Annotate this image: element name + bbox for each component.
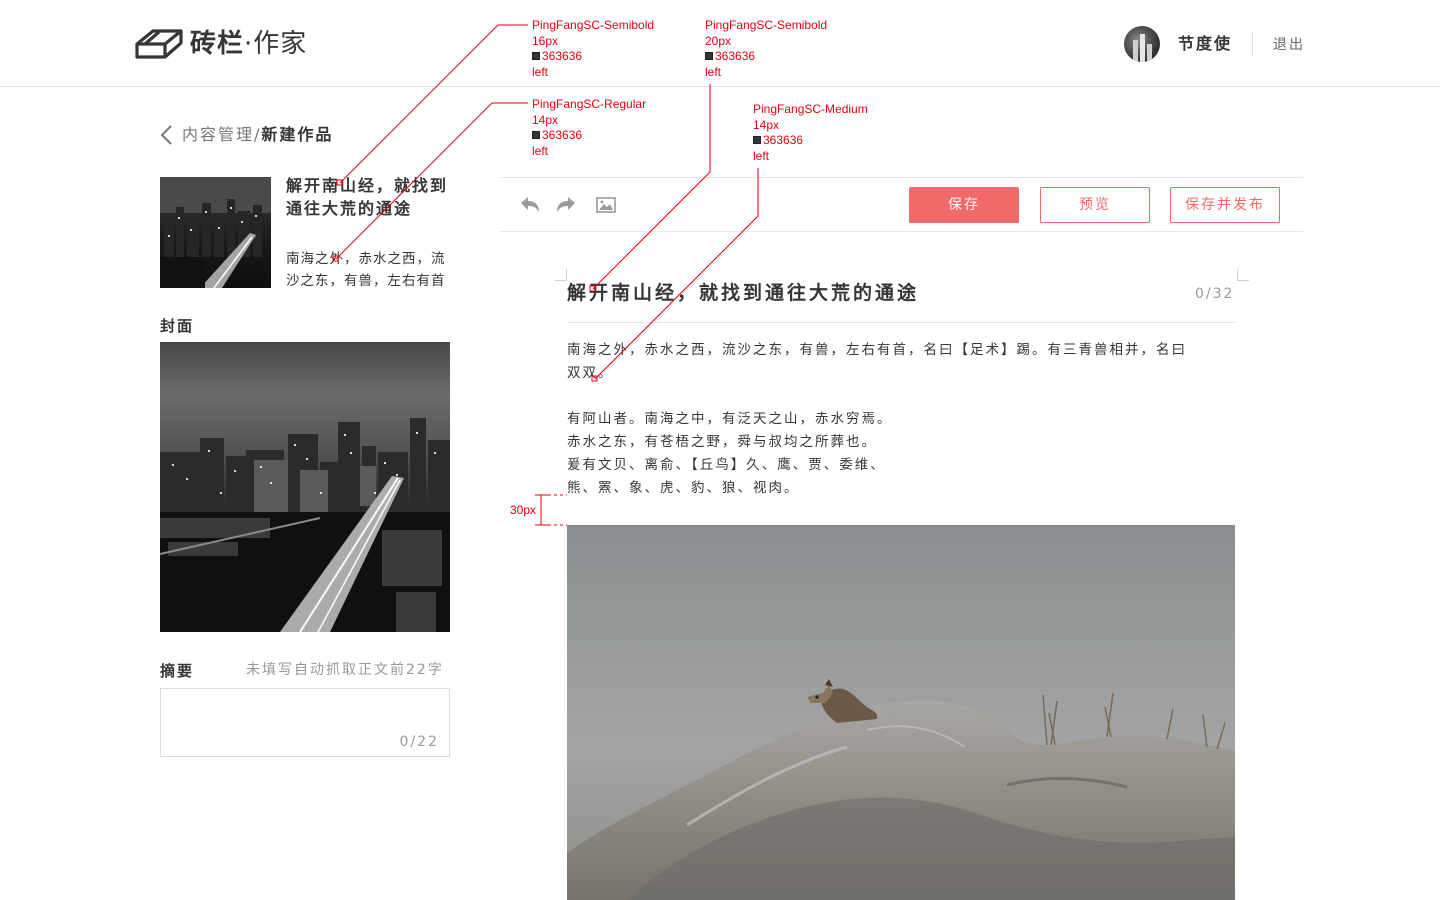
body-image[interactable] <box>567 525 1235 900</box>
summary-char-count: 0/22 <box>399 734 439 750</box>
city-night-image <box>160 418 450 632</box>
body-line: 双双。 <box>567 365 614 381</box>
breadcrumb-parent-link[interactable]: 内容管理 <box>182 125 254 144</box>
annotation-body: PingFangSC-Medium 14px 363636 left <box>753 102 868 163</box>
annotation-excerpt: PingFangSC-Regular 14px 363636 left <box>532 97 647 158</box>
body-paragraph[interactable]: 有阿山者。南海之中，有泛天之山，赤水穷焉。 赤水之东，有苍梧之野，舜与叔均之所葬… <box>567 408 1237 500</box>
editor-toolbar: 保存 预览 保存并发布 <box>499 177 1303 232</box>
brand-name: 砖栏 <box>190 29 245 59</box>
dog-on-rock-image <box>567 679 1235 900</box>
summary-field[interactable]: 0/22 <box>160 688 450 757</box>
undo-icon[interactable] <box>519 194 541 216</box>
title-divider <box>567 322 1235 323</box>
breadcrumb-current: 新建作品 <box>261 125 334 144</box>
header-divider <box>1252 32 1253 56</box>
preview-button[interactable]: 预览 <box>1040 187 1150 223</box>
brand-subtitle: 作家 <box>253 29 308 59</box>
preview-thumbnail <box>160 177 271 288</box>
user-avatar[interactable] <box>1124 26 1160 62</box>
logout-link[interactable]: 退出 <box>1273 36 1305 54</box>
preview-title: 解开南山经，就找到通往大荒的通途 <box>286 176 449 218</box>
editor-corner-marker <box>555 269 567 281</box>
body-line: 有阿山者。南海之中，有泛天之山，赤水穷焉。 <box>567 411 893 427</box>
breadcrumb: 内容管理/新建作品 <box>182 125 333 145</box>
annotation-title-editor: PingFangSC-Semibold 20px 363636 left <box>705 18 828 79</box>
image-icon[interactable] <box>595 194 617 216</box>
editor-corner-marker <box>1237 269 1249 281</box>
brick-logo-icon <box>135 29 183 59</box>
body-line: 爰有文贝、离俞、【丘鸟】久、鹰、贾、委维、 <box>567 457 886 473</box>
body-line: 南海之外，赤水之西，流沙之东，有兽，左右有首，名曰【足术】踢。有三青兽相并，名曰 <box>567 342 1187 358</box>
body-line: 熊、罴、象、虎、豹、狼、视肉。 <box>567 480 800 496</box>
annotation-title-card: PingFangSC-Semibold 16px 363636 left <box>532 18 655 79</box>
summary-label: 摘要 <box>160 662 195 680</box>
brand-logo[interactable]: 砖栏·作家 <box>190 27 307 61</box>
redo-icon[interactable] <box>555 194 577 216</box>
save-button[interactable]: 保存 <box>909 187 1019 223</box>
summary-hint: 未填写自动抓取正文前22字 <box>246 662 444 678</box>
chevron-left-icon[interactable] <box>158 124 176 146</box>
body-line: 赤水之东，有苍梧之野，舜与叔均之所葬也。 <box>567 434 877 450</box>
title-char-count: 0/32 <box>1195 286 1235 302</box>
annotation-spacing: 30px <box>510 503 537 517</box>
brand-dot: · <box>244 29 254 59</box>
body-paragraph[interactable]: 南海之外，赤水之西，流沙之东，有兽，左右有首，名曰【足术】踢。有三青兽相并，名曰… <box>567 339 1237 385</box>
city-night-image <box>160 177 271 288</box>
username[interactable]: 节度使 <box>1178 34 1232 54</box>
cover-label: 封面 <box>160 317 195 335</box>
save-and-publish-button[interactable]: 保存并发布 <box>1170 187 1280 223</box>
title-input[interactable] <box>567 281 1167 305</box>
cover-image[interactable] <box>160 342 450 632</box>
preview-excerpt: 南海之外，赤水之西，流沙之东，有兽，左右有首 <box>286 251 446 289</box>
